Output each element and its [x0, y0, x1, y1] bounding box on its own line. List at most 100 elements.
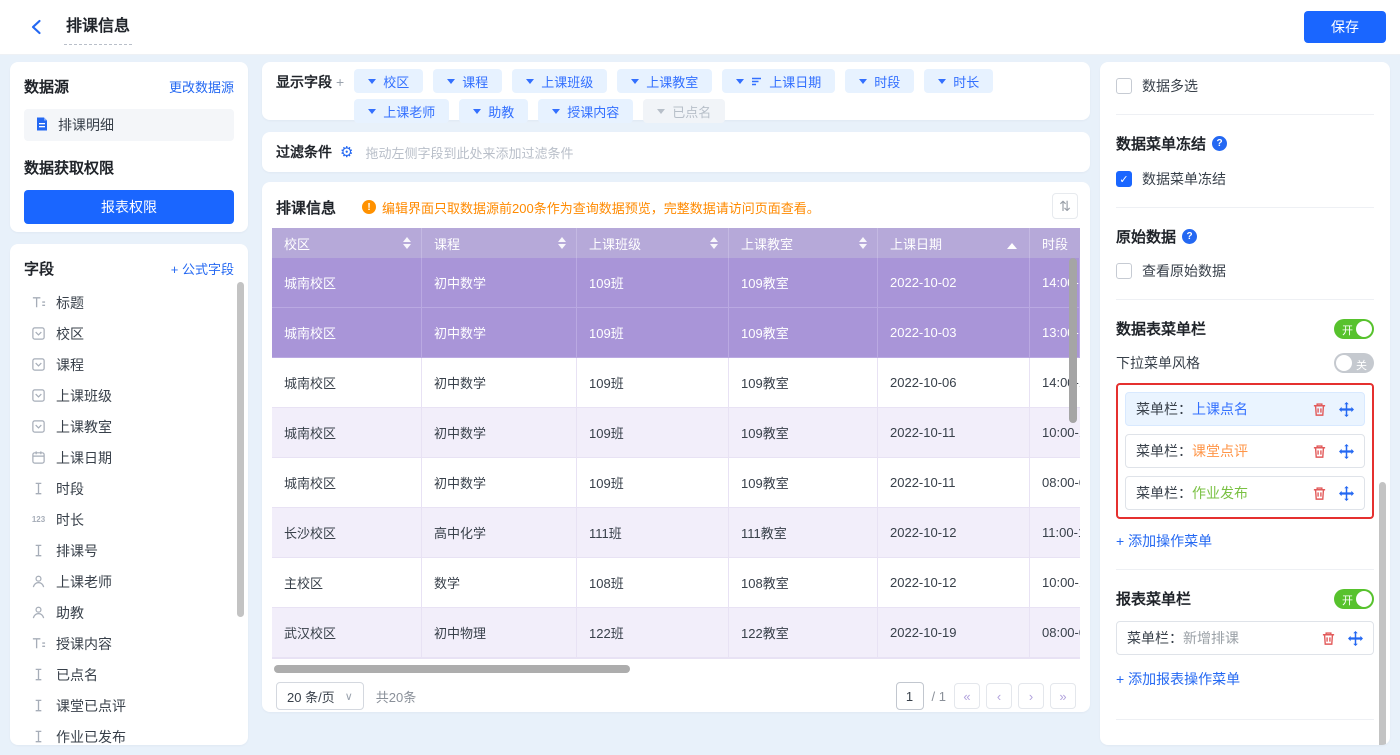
column-header[interactable]: 上课教室 — [729, 228, 878, 258]
field-item[interactable]: 校区 — [24, 318, 234, 349]
delete-icon[interactable] — [1312, 444, 1327, 459]
display-field-chip[interactable]: 助教 — [459, 99, 528, 123]
field-item[interactable]: 上课教室 — [24, 411, 234, 442]
menu-bar-item[interactable]: 菜单栏： 课堂点评 — [1125, 434, 1365, 468]
table-vertical-scrollbar-thumb[interactable] — [1069, 258, 1077, 423]
sort-arrows-icon[interactable] — [403, 233, 411, 253]
column-header[interactable]: 校区 — [272, 228, 422, 258]
next-page-button[interactable]: › — [1018, 683, 1044, 709]
table-row[interactable]: 城南校区 初中数学 109班 109教室 2022-10-06 14:00-1 — [272, 358, 1080, 408]
menu-bar-item[interactable]: 菜单栏： 作业发布 — [1125, 476, 1365, 510]
table-vertical-scrollbar[interactable] — [1069, 258, 1077, 656]
delete-icon[interactable] — [1321, 631, 1336, 646]
field-item[interactable]: 标题 — [24, 287, 234, 318]
display-field-chip[interactable]: 时段 — [845, 69, 914, 93]
column-header-sorted-asc[interactable]: 上课日期 — [878, 228, 1030, 258]
table-row-selected[interactable]: 城南校区 初中数学 109班 109教室 2022-10-03 13:00-1 — [272, 308, 1080, 358]
column-header[interactable]: 上课班级 — [577, 228, 729, 258]
first-page-button[interactable]: « — [954, 683, 980, 709]
table-row[interactable]: 长沙校区 高中化学 111班 111教室 2022-10-12 11:00-1 — [272, 508, 1080, 558]
display-field-chip[interactable]: 上课教室 — [617, 69, 712, 93]
table-row-selected[interactable]: 城南校区 初中数学 109班 109教室 2022-10-02 14:00-1 — [272, 258, 1080, 308]
add-display-field-button[interactable]: + — [336, 74, 344, 90]
divider — [1116, 719, 1374, 720]
last-page-button[interactable]: » — [1050, 683, 1076, 709]
title-field-icon — [30, 635, 47, 652]
move-icon[interactable] — [1339, 402, 1354, 417]
table-row[interactable]: 主校区 数学 108班 108教室 2022-10-12 10:00-1 — [272, 558, 1080, 608]
field-item[interactable]: 上课班级 — [24, 380, 234, 411]
move-icon[interactable] — [1339, 486, 1354, 501]
display-field-chip[interactable]: 授课内容 — [538, 99, 633, 123]
fields-scrollbar[interactable] — [237, 280, 244, 735]
move-icon[interactable] — [1348, 631, 1363, 646]
field-item[interactable]: 123 时长 — [24, 504, 234, 535]
delete-icon[interactable] — [1312, 402, 1327, 417]
panel-scrollbar-thumb[interactable] — [1379, 482, 1386, 745]
menu-bar-item[interactable]: 菜单栏： 新增排课 — [1116, 621, 1374, 655]
report-permission-button[interactable]: 报表权限 — [24, 190, 234, 224]
field-item[interactable]: 时段 — [24, 473, 234, 504]
sort-arrows-icon[interactable] — [558, 233, 566, 253]
add-action-menu-link[interactable]: + 添加操作菜单 — [1116, 531, 1374, 551]
report-menu-toggle-on[interactable]: 开 — [1334, 589, 1374, 609]
display-field-chip[interactable]: 上课班级 — [512, 69, 607, 93]
page-number-input[interactable]: 1 — [896, 682, 924, 710]
datasource-item[interactable]: 排课明细 — [24, 109, 234, 141]
field-list: 标题 校区 课程 上课班级 上课教室 上课日期 时段 123 时长 — [24, 287, 234, 745]
table-row[interactable]: 城南校区 初中数学 109班 109教室 2022-10-11 10:00-1 — [272, 408, 1080, 458]
filter-dropzone-placeholder[interactable]: 拖动左侧字段到此处来添加过滤条件 — [365, 143, 573, 162]
field-item[interactable]: 助教 — [24, 597, 234, 628]
checkbox-unchecked[interactable] — [1116, 78, 1132, 94]
prev-page-button[interactable]: ‹ — [986, 683, 1012, 709]
field-item[interactable]: 已点名 — [24, 659, 234, 690]
save-button[interactable]: 保存 — [1304, 11, 1386, 43]
gear-icon[interactable]: ⚙ — [340, 143, 353, 161]
table-horizontal-scrollbar-thumb[interactable] — [274, 665, 630, 673]
delete-icon[interactable] — [1312, 486, 1327, 501]
field-item[interactable]: 课程 — [24, 349, 234, 380]
display-field-chip[interactable]: 校区 — [354, 69, 423, 93]
field-item[interactable]: 作业已发布 — [24, 721, 234, 745]
sort-arrows-icon[interactable] — [710, 233, 718, 253]
back-icon[interactable] — [26, 16, 48, 38]
field-item[interactable]: 上课老师 — [24, 566, 234, 597]
table-horizontal-scrollbar[interactable] — [272, 665, 1080, 673]
datasource-card: 数据源 更改数据源 排课明细 数据获取权限 报表权限 — [10, 62, 248, 232]
multi-select-checkbox-row[interactable]: 数据多选 — [1116, 76, 1374, 96]
checkbox-checked[interactable]: ✓ — [1116, 171, 1132, 187]
column-header[interactable]: 时段 — [1030, 228, 1080, 258]
field-item[interactable]: 课堂已点评 — [24, 690, 234, 721]
field-item[interactable]: 上课日期 — [24, 442, 234, 473]
move-icon[interactable] — [1339, 444, 1354, 459]
panel-scrollbar[interactable] — [1379, 418, 1386, 738]
freeze-checkbox-row[interactable]: ✓ 数据菜单冻结 — [1116, 169, 1374, 189]
table-menu-toggle-on[interactable]: 开 — [1334, 319, 1374, 339]
raw-data-checkbox-row[interactable]: 查看原始数据 — [1116, 261, 1374, 281]
table-row[interactable]: 武汉校区 初中物理 122班 122教室 2022-10-19 08:00-0 — [272, 608, 1080, 658]
sort-asc-icon[interactable] — [1007, 238, 1017, 249]
add-formula-field-link[interactable]: + 公式字段 — [171, 259, 234, 278]
display-field-chip[interactable]: 上课老师 — [354, 99, 449, 123]
sort-switch-button[interactable]: ⇅ — [1052, 193, 1078, 219]
table-row[interactable]: 城南校区 初中数学 109班 109教室 2022-10-11 08:00-0 — [272, 458, 1080, 508]
display-fields-label: 显示字段+ — [276, 69, 344, 113]
dropdown-style-toggle-off[interactable]: 关 — [1334, 353, 1374, 373]
help-icon[interactable]: ? — [1182, 229, 1197, 244]
field-item[interactable]: 授课内容 — [24, 628, 234, 659]
page-size-select[interactable]: 20 条/页∨ — [276, 682, 364, 710]
display-field-chip-sorted[interactable]: 上课日期 — [722, 69, 835, 93]
raw-data-checkbox-label: 查看原始数据 — [1142, 261, 1226, 281]
menu-bar-item[interactable]: 菜单栏： 上课点名 — [1125, 392, 1365, 426]
column-header[interactable]: 课程 — [422, 228, 577, 258]
display-field-chip[interactable]: 时长 — [924, 69, 993, 93]
change-datasource-link[interactable]: 更改数据源 — [169, 77, 234, 96]
checkbox-unchecked[interactable] — [1116, 263, 1132, 279]
field-item[interactable]: 排课号 — [24, 535, 234, 566]
add-report-action-menu-link[interactable]: + 添加报表操作菜单 — [1116, 669, 1374, 689]
sort-arrows-icon[interactable] — [859, 233, 867, 253]
fields-title: 字段 — [24, 258, 54, 279]
help-icon[interactable]: ? — [1212, 136, 1227, 151]
fields-scrollbar-thumb[interactable] — [237, 282, 244, 617]
display-field-chip[interactable]: 课程 — [433, 69, 502, 93]
